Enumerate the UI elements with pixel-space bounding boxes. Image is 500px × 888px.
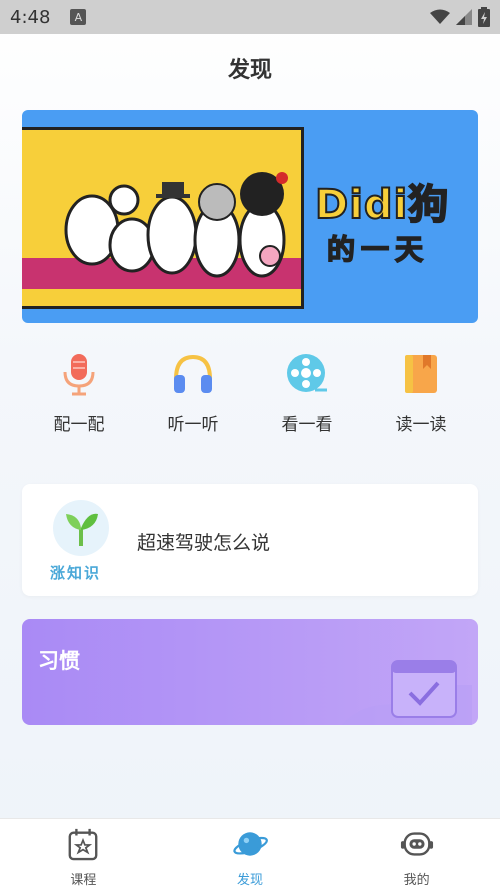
battery-icon — [478, 7, 490, 27]
action-dub[interactable]: 配一配 — [29, 350, 129, 440]
tab-discover-label: 发现 — [237, 873, 264, 888]
tab-course[interactable]: 课程 — [0, 819, 167, 888]
habit-card-title: 习惯 — [38, 649, 80, 673]
film-reel-icon — [283, 350, 331, 398]
action-read[interactable]: 读一读 — [371, 350, 471, 440]
cartoon-characters-illustration — [64, 172, 288, 278]
headphones-icon — [169, 350, 217, 398]
action-watch-label: 看一看 — [281, 415, 333, 435]
action-listen[interactable]: 听一听 — [143, 350, 243, 440]
calendar-star-icon — [68, 828, 98, 861]
knowledge-logo-text: 涨知识 — [50, 564, 102, 582]
notification-a-icon: A — [70, 9, 87, 25]
tab-discover[interactable]: 发现 — [167, 819, 334, 888]
wifi-icon — [430, 9, 450, 24]
tab-mine[interactable]: 我的 — [333, 819, 500, 888]
action-read-label: 读一读 — [395, 415, 447, 435]
tab-course-label: 课程 — [70, 873, 97, 888]
sprout-icon — [48, 498, 114, 564]
status-indicators — [430, 7, 490, 27]
action-watch[interactable]: 看一看 — [257, 350, 357, 440]
knowledge-card[interactable]: 涨知识 超速驾驶怎么说 — [22, 484, 478, 596]
tab-mine-label: 我的 — [403, 873, 430, 888]
microphone-icon — [55, 350, 103, 398]
banner-title: Didi狗 — [314, 181, 450, 229]
bottom-tab-bar: 课程 发现 我的 — [0, 818, 500, 888]
planet-icon — [233, 832, 268, 856]
banner-subtitle: 的一天 — [326, 232, 430, 267]
habit-card[interactable]: 习惯 — [22, 619, 478, 725]
status-bar: 4:48 A — [0, 0, 500, 34]
signal-icon — [456, 9, 472, 25]
action-dub-label: 配一配 — [53, 415, 105, 435]
robot-face-icon — [400, 832, 433, 856]
quick-actions: 配一配 听一听 看一看 读一读 — [22, 350, 478, 440]
knowledge-card-text: 超速驾驶怎么说 — [137, 532, 271, 554]
calendar-check-icon — [342, 660, 472, 725]
banner-didi-dog[interactable]: Didi狗 的一天 — [22, 110, 478, 323]
status-time: 4:48 — [10, 6, 51, 28]
page-title: 发现 — [227, 58, 272, 83]
action-listen-label: 听一听 — [167, 415, 219, 435]
book-icon — [397, 350, 445, 398]
